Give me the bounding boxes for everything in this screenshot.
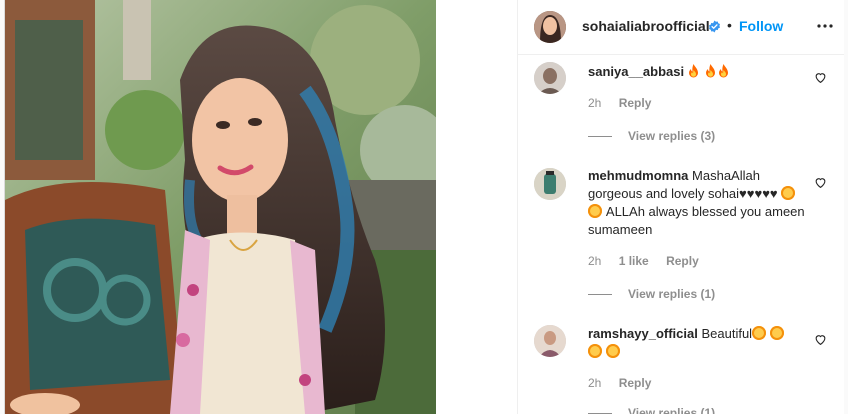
view-replies-label: View replies (1) [628,287,716,301]
reply-button[interactable]: Reply [619,96,652,110]
comment-meta: 2h Reply [588,376,665,390]
commenter-username[interactable]: mehmudmomna [588,168,688,183]
verified-badge-icon [709,20,720,33]
like-heart-icon[interactable] [814,71,827,84]
star-struck-emoji [606,344,620,358]
view-replies-button[interactable]: View replies (1) [588,406,715,414]
follow-button[interactable]: Follow [739,18,783,34]
separator-dot: • [727,17,732,33]
commenter-avatar-image [534,168,566,200]
fire-emoji-group [688,64,731,79]
commenter-avatar[interactable] [534,62,566,94]
comment-time[interactable]: 2h [588,96,601,110]
view-replies-button[interactable]: View replies (1) [588,287,715,301]
comment-time[interactable]: 2h [588,376,601,390]
post-photo[interactable] [5,0,436,414]
comment-text: saniya__abbasi [588,63,814,81]
comment-meta: 2h Reply [588,96,665,110]
star-struck-emoji [588,344,602,358]
author-avatar-image [534,11,566,43]
view-replies-label: View replies (3) [628,129,716,143]
star-struck-emoji [770,326,785,340]
instagram-post: sohaialiabroofficial • Follow saniya__ab… [4,0,844,414]
fire-emoji [688,64,698,78]
post-photo-illustration [5,0,436,414]
author-avatar[interactable] [534,11,566,43]
view-replies-button[interactable]: View replies (3) [588,129,715,143]
like-heart-icon[interactable] [814,333,827,346]
author-username[interactable]: sohaialiabroofficial [582,18,710,34]
comment-meta: 2h 1 like Reply [588,254,713,268]
post-header: sohaialiabroofficial • Follow [518,0,844,55]
comment-time[interactable]: 2h [588,254,601,268]
commenter-avatar[interactable] [534,325,566,357]
comment-text: ramshayy_official Beautiful [588,325,814,361]
comment-like-count[interactable]: 1 like [619,254,649,268]
comments-panel: sohaialiabroofficial • Follow saniya__ab… [517,0,844,414]
replies-divider-line [588,136,612,138]
fire-emoji [705,64,715,78]
commenter-username[interactable]: saniya__abbasi [588,64,684,79]
reply-button[interactable]: Reply [619,376,652,390]
comment-text: mehmudmomna MashaAllah gorgeous and love… [588,167,814,239]
replies-divider-line [588,294,612,296]
commenter-username[interactable]: ramshayy_official [588,326,698,341]
commenter-avatar[interactable] [534,168,566,200]
like-heart-icon[interactable] [814,176,827,189]
view-replies-label: View replies (1) [628,406,716,414]
reply-button[interactable]: Reply [666,254,699,268]
commenter-avatar-image [534,62,566,94]
star-struck-emoji [588,204,602,218]
comment-body-continued: ALLAh always blessed you ameen sumameen [588,204,805,237]
comment-body: Beautiful [701,326,753,341]
commenter-avatar-image [534,325,566,357]
comments-list[interactable]: saniya__abbasi 2h Reply View replies (3) [518,55,844,414]
more-options-icon[interactable] [816,17,834,35]
star-struck-emoji [752,326,767,340]
fire-emoji [718,64,728,78]
star-struck-emoji [781,186,796,200]
